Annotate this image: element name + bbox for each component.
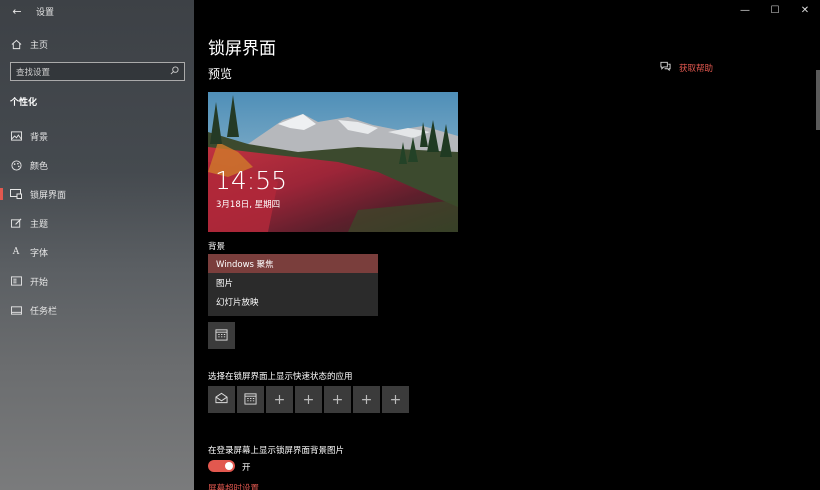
sidebar-item-label: 颜色 (30, 161, 49, 172)
sidebar-item-taskbar[interactable]: 任务栏 (0, 298, 194, 322)
font-icon: A (12, 247, 20, 257)
sidebar-item-label: 背景 (30, 132, 49, 143)
nav-home[interactable]: 主页 (0, 32, 194, 56)
background-dropdown[interactable]: Windows 聚焦 图片 幻灯片放映 (208, 254, 378, 316)
calendar-icon (244, 392, 257, 408)
dropdown-option-picture[interactable]: 图片 (208, 273, 378, 292)
picture-icon (9, 129, 23, 143)
toggle-knob (225, 462, 233, 470)
background-label: 背景 (208, 242, 226, 252)
sidebar-item-lock-screen[interactable]: 锁屏界面 (0, 182, 194, 206)
sidebar-item-colors[interactable]: 颜色 (0, 153, 194, 177)
scrollbar[interactable] (816, 70, 820, 130)
dropdown-option-spotlight[interactable]: Windows 聚焦 (208, 254, 378, 273)
mountain-landscape-image (208, 92, 458, 232)
screen-timeout-settings-link[interactable]: 屏幕超时设置 (208, 482, 259, 490)
quick-status-label: 选择在锁屏界面上显示快速状态的应用 (208, 372, 353, 382)
calendar-icon (215, 328, 228, 344)
nav-home-label: 主页 (30, 40, 49, 51)
get-help-label: 获取帮助 (679, 63, 714, 74)
get-help-link[interactable]: 获取帮助 (660, 61, 713, 74)
plus-icon: + (273, 391, 286, 408)
sidebar-item-start[interactable]: 开始 (0, 269, 194, 293)
maximize-button[interactable]: ☐ (760, 0, 790, 20)
sidebar-item-themes[interactable]: 主题 (0, 211, 194, 235)
plus-icon: + (331, 391, 344, 408)
home-icon (9, 37, 23, 51)
plus-icon: + (389, 391, 402, 408)
close-button[interactable]: ✕ (790, 0, 820, 20)
search-icon[interactable] (170, 65, 179, 78)
toggle-state-label: 开 (242, 463, 251, 473)
signin-background-toggle[interactable] (208, 460, 235, 472)
preview-label: 预览 (208, 67, 233, 81)
sidebar-item-label: 锁屏界面 (30, 190, 67, 201)
search-placeholder: 查找设置 (16, 67, 51, 78)
window-controls: — ☐ ✕ (730, 0, 820, 20)
lock-screen-preview: 14:55 3月18日, 星期四 (208, 92, 458, 232)
sidebar-item-label: 主题 (30, 219, 49, 230)
plus-icon: + (360, 391, 373, 408)
chat-bubble-icon (660, 61, 671, 74)
sidebar-item-label: 字体 (30, 248, 49, 259)
preview-clock: 14:55 (215, 166, 288, 195)
quick-status-app-mail[interactable] (208, 386, 235, 413)
palette-icon (9, 158, 23, 172)
title-bar: ← 设置 (10, 4, 54, 18)
sidebar-item-background[interactable]: 背景 (0, 124, 194, 148)
add-quick-status-app-button[interactable]: + (382, 386, 409, 413)
detailed-status-app-button[interactable] (208, 322, 235, 349)
add-quick-status-app-button[interactable]: + (295, 386, 322, 413)
mail-icon (215, 392, 228, 407)
quick-status-app-calendar[interactable] (237, 386, 264, 413)
add-quick-status-app-button[interactable]: + (324, 386, 351, 413)
theme-brush-icon (9, 216, 23, 230)
signin-background-label: 在登录屏幕上显示锁屏界面背景图片 (208, 446, 345, 456)
sidebar-item-label: 开始 (30, 277, 49, 288)
page-title: 锁屏界面 (208, 39, 276, 59)
preview-date: 3月18日, 星期四 (216, 200, 281, 210)
add-quick-status-app-button[interactable]: + (353, 386, 380, 413)
sidebar: ← 设置 主页 查找设置 个性化 背景 颜色 锁屏界面 主题 A 字体 开始 任… (0, 0, 194, 490)
window-title: 设置 (36, 7, 55, 18)
sidebar-item-label: 任务栏 (30, 306, 58, 317)
search-input[interactable]: 查找设置 (10, 62, 185, 81)
main-content: — ☐ ✕ 锁屏界面 预览 获取帮助 14:55 3月18日, 星期四 背景 W… (194, 0, 820, 490)
add-quick-status-app-button[interactable]: + (266, 386, 293, 413)
back-arrow-icon[interactable]: ← (10, 4, 24, 18)
minimize-button[interactable]: — (730, 0, 760, 20)
group-title: 个性化 (10, 98, 38, 108)
start-menu-icon (9, 274, 23, 288)
taskbar-icon (9, 303, 23, 317)
dropdown-option-slideshow[interactable]: 幻灯片放映 (208, 292, 378, 311)
plus-icon: + (302, 391, 315, 408)
sidebar-item-fonts[interactable]: A 字体 (0, 240, 194, 264)
lock-screen-icon (9, 187, 23, 201)
